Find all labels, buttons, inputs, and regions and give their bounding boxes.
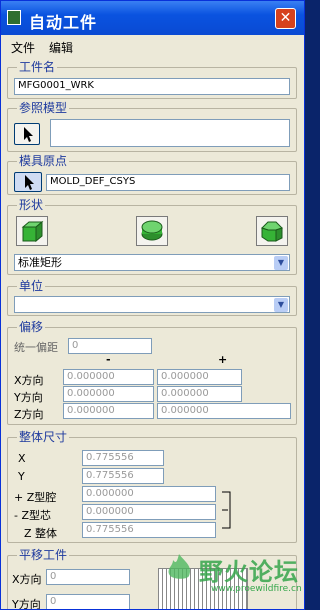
translate-x-label: X方向 xyxy=(12,573,42,586)
window-title: 自动工件 xyxy=(29,13,98,32)
size-z-core-input[interactable]: 0.000000 xyxy=(82,504,216,520)
translate-x-input[interactable]: 0 xyxy=(46,569,130,585)
offset-y-minus-input[interactable]: 0.000000 xyxy=(63,386,154,402)
units-legend: 单位 xyxy=(17,277,46,294)
offset-group: 偏移 统一偏距 0 - + X方向 0.000000 0.000000 Y方向 … xyxy=(7,318,297,425)
shape-box-button[interactable] xyxy=(16,216,48,246)
reference-model-legend: 参照模型 xyxy=(17,99,70,116)
size-z-cavity-label: + Z型腔 xyxy=(14,491,57,504)
shape-legend: 形状 xyxy=(17,196,46,213)
box-shape-icon xyxy=(21,220,44,243)
workpiece-name-input[interactable]: MFG0001_WRK xyxy=(14,78,290,95)
shape-custom-button[interactable] xyxy=(256,216,288,246)
translate-y-input[interactable]: 0 xyxy=(46,594,130,609)
size-z-core-label: - Z型芯 xyxy=(14,509,52,522)
offset-z-label: Z方向 xyxy=(14,408,44,421)
size-y-label: Y xyxy=(18,470,25,483)
workpiece-name-group: 工件名 MFG0001_WRK xyxy=(7,58,297,99)
units-select[interactable]: ▼ xyxy=(14,296,290,313)
select-mold-origin-button[interactable] xyxy=(14,172,42,192)
watermark-url: www.proewildfire.cn xyxy=(211,584,302,594)
select-arrow-icon xyxy=(25,175,34,190)
custom-shape-icon xyxy=(261,221,283,242)
overall-size-legend: 整体尺寸 xyxy=(17,428,70,445)
chevron-down-icon: ▼ xyxy=(274,256,288,270)
cylinder-shape-icon xyxy=(141,220,163,241)
translate-legend: 平移工件 xyxy=(17,546,70,563)
offset-z-minus-input[interactable]: 0.000000 xyxy=(63,403,154,419)
shape-type-select[interactable]: 标准矩形 ▼ xyxy=(14,254,290,271)
offset-x-minus-input[interactable]: 0.000000 xyxy=(63,369,154,385)
size-z-cavity-input[interactable]: 0.000000 xyxy=(82,486,216,502)
shape-group: 形状 标准矩形 ▼ xyxy=(7,196,297,275)
title-bar[interactable]: 自动工件 ✕ xyxy=(1,1,304,35)
shape-cylinder-button[interactable] xyxy=(136,216,168,246)
size-z-total-label: Z 整体 xyxy=(24,527,58,540)
reference-model-field[interactable] xyxy=(50,119,290,147)
offset-x-plus-input[interactable]: 0.000000 xyxy=(157,369,242,385)
overall-size-group: 整体尺寸 X 0.775556 Y 0.775556 + Z型腔 0.00000… xyxy=(7,428,297,543)
size-x-input[interactable]: 0.775556 xyxy=(82,450,164,466)
uniform-offset-input[interactable]: 0 xyxy=(68,338,152,354)
forum-watermark: 野火论坛 www.proewildfire.cn xyxy=(163,546,302,606)
menu-edit[interactable]: 编辑 xyxy=(49,39,73,56)
select-reference-model-button[interactable] xyxy=(14,123,40,145)
plus-column-header: + xyxy=(218,353,228,366)
minus-column-header: - xyxy=(106,353,111,366)
uniform-offset-label: 统一偏距 xyxy=(14,341,58,354)
menu-bar: 文件 编辑 xyxy=(1,35,304,55)
auto-workpiece-dialog: 自动工件 ✕ 文件 编辑 工件名 MFG0001_WRK 参照模型 模具原点 M… xyxy=(0,0,305,610)
close-button[interactable]: ✕ xyxy=(275,8,296,29)
size-x-label: X xyxy=(18,452,26,465)
reference-model-group: 参照模型 xyxy=(7,99,297,152)
menu-file[interactable]: 文件 xyxy=(11,39,35,56)
z-sum-bracket xyxy=(222,491,231,529)
units-group: 单位 ▼ xyxy=(7,277,297,316)
mold-origin-group: 模具原点 MOLD_DEF_CSYS xyxy=(7,152,297,195)
shape-type-value: 标准矩形 xyxy=(18,256,62,269)
offset-y-label: Y方向 xyxy=(14,391,43,404)
watermark-title: 野火论坛 xyxy=(199,558,299,586)
select-arrow-icon xyxy=(24,127,33,142)
flame-logo-icon xyxy=(168,554,191,579)
size-y-input[interactable]: 0.775556 xyxy=(82,468,164,484)
offset-y-plus-input[interactable]: 0.000000 xyxy=(157,386,242,402)
size-z-total-input[interactable]: 0.775556 xyxy=(82,522,216,538)
app-icon xyxy=(7,10,21,25)
mold-origin-legend: 模具原点 xyxy=(17,152,70,169)
workpiece-name-legend: 工件名 xyxy=(17,58,58,75)
translate-y-label: Y方向 xyxy=(12,598,41,610)
mold-origin-field[interactable]: MOLD_DEF_CSYS xyxy=(46,174,290,191)
offset-x-label: X方向 xyxy=(14,374,44,387)
offset-z-plus-input[interactable]: 0.000000 xyxy=(157,403,291,419)
offset-legend: 偏移 xyxy=(17,318,46,335)
chevron-down-icon: ▼ xyxy=(274,298,288,312)
